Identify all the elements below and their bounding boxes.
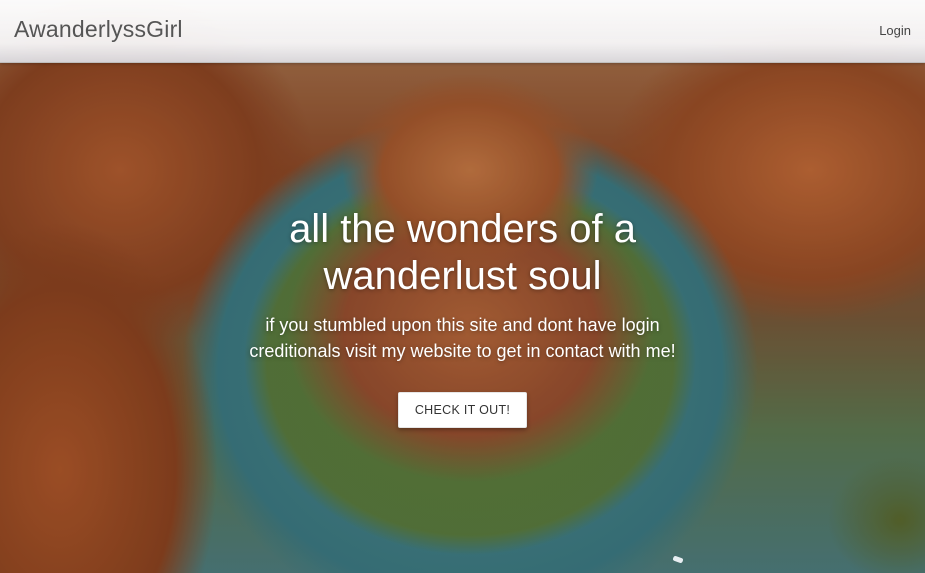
hero-section: all the wonders of a wanderlust soul if … xyxy=(0,206,925,428)
hero-headline: all the wonders of a wanderlust soul xyxy=(289,207,636,298)
brand-logo-link[interactable]: AwanderlyssGirl xyxy=(14,16,183,43)
check-it-out-button[interactable]: CHECK IT OUT! xyxy=(397,392,528,428)
top-navbar: AwanderlyssGirl Login xyxy=(0,0,925,63)
login-link[interactable]: Login xyxy=(879,23,911,38)
hero-subtext: if you stumbled upon this site and dont … xyxy=(249,315,676,361)
landing-page: AwanderlyssGirl Login all the wonders of… xyxy=(0,0,925,573)
